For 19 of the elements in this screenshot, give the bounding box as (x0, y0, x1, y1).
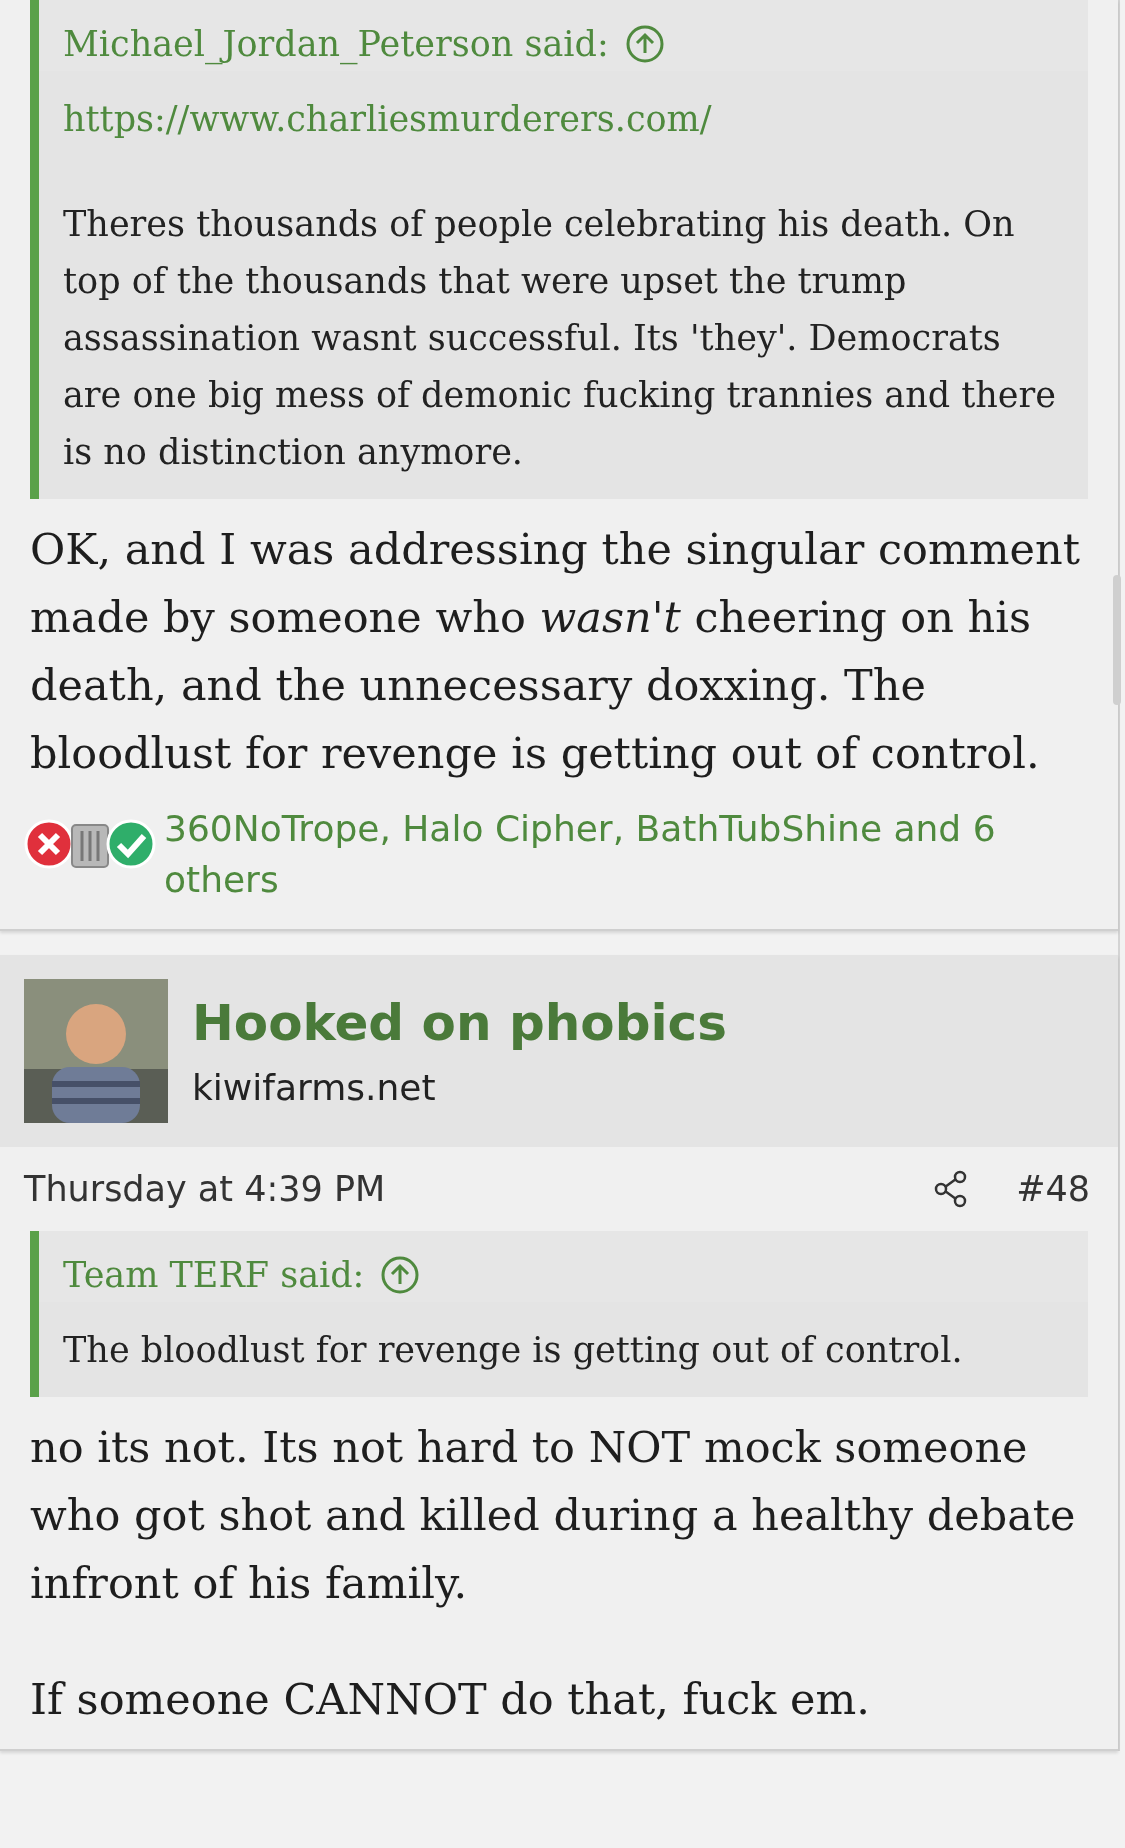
author-site: kiwifarms.net (192, 1066, 437, 1110)
post-date[interactable]: Thursday at 4:39 PM (24, 1162, 386, 1215)
author-name[interactable]: Hooked on phobics (192, 986, 727, 1061)
jump-to-quote-icon[interactable] (380, 1255, 421, 1296)
post-number[interactable]: #48 (1016, 1162, 1090, 1215)
post-text: If someone CANNOT do that, fuck em. (30, 1672, 871, 1726)
scrollbar[interactable] (1113, 575, 1121, 705)
reactions-link[interactable]: 360NoTrope, Halo Cipher, BathTubShine and 6 others (164, 802, 1094, 905)
check-icon (106, 818, 156, 869)
quote-link[interactable]: https://www.charliesmurderers.com/ (63, 90, 712, 148)
quote-author: Team TERF said: (63, 1254, 365, 1297)
jump-to-quote-icon[interactable] (624, 24, 665, 65)
quote-text: Theres thousands of people celebrating his death. On top of the thousands that were upset the trump assassination wasnt successful. Its 'they'. Democrats are one big mess of demonic fucking trannies and there is no distinction anymore. (63, 202, 1057, 474)
post-text: no its not. Its not hard to NOT mock someone who got shot and killed during a healthy debate infront of his family. (30, 1420, 1077, 1610)
share-icon[interactable] (934, 1169, 969, 1208)
cross-icon (24, 818, 74, 869)
quote-author: Michael_Jordan_Peterson said: (63, 23, 609, 67)
quote-text: The bloodlust for revenge is getting out of control. (63, 1328, 964, 1372)
post-text: OK, and I was addressing the singular comment made by someone who wasn't cheering on his death, and the unnecessary doxxing. The bloodlust for revenge is getting out of control. (30, 522, 1081, 780)
